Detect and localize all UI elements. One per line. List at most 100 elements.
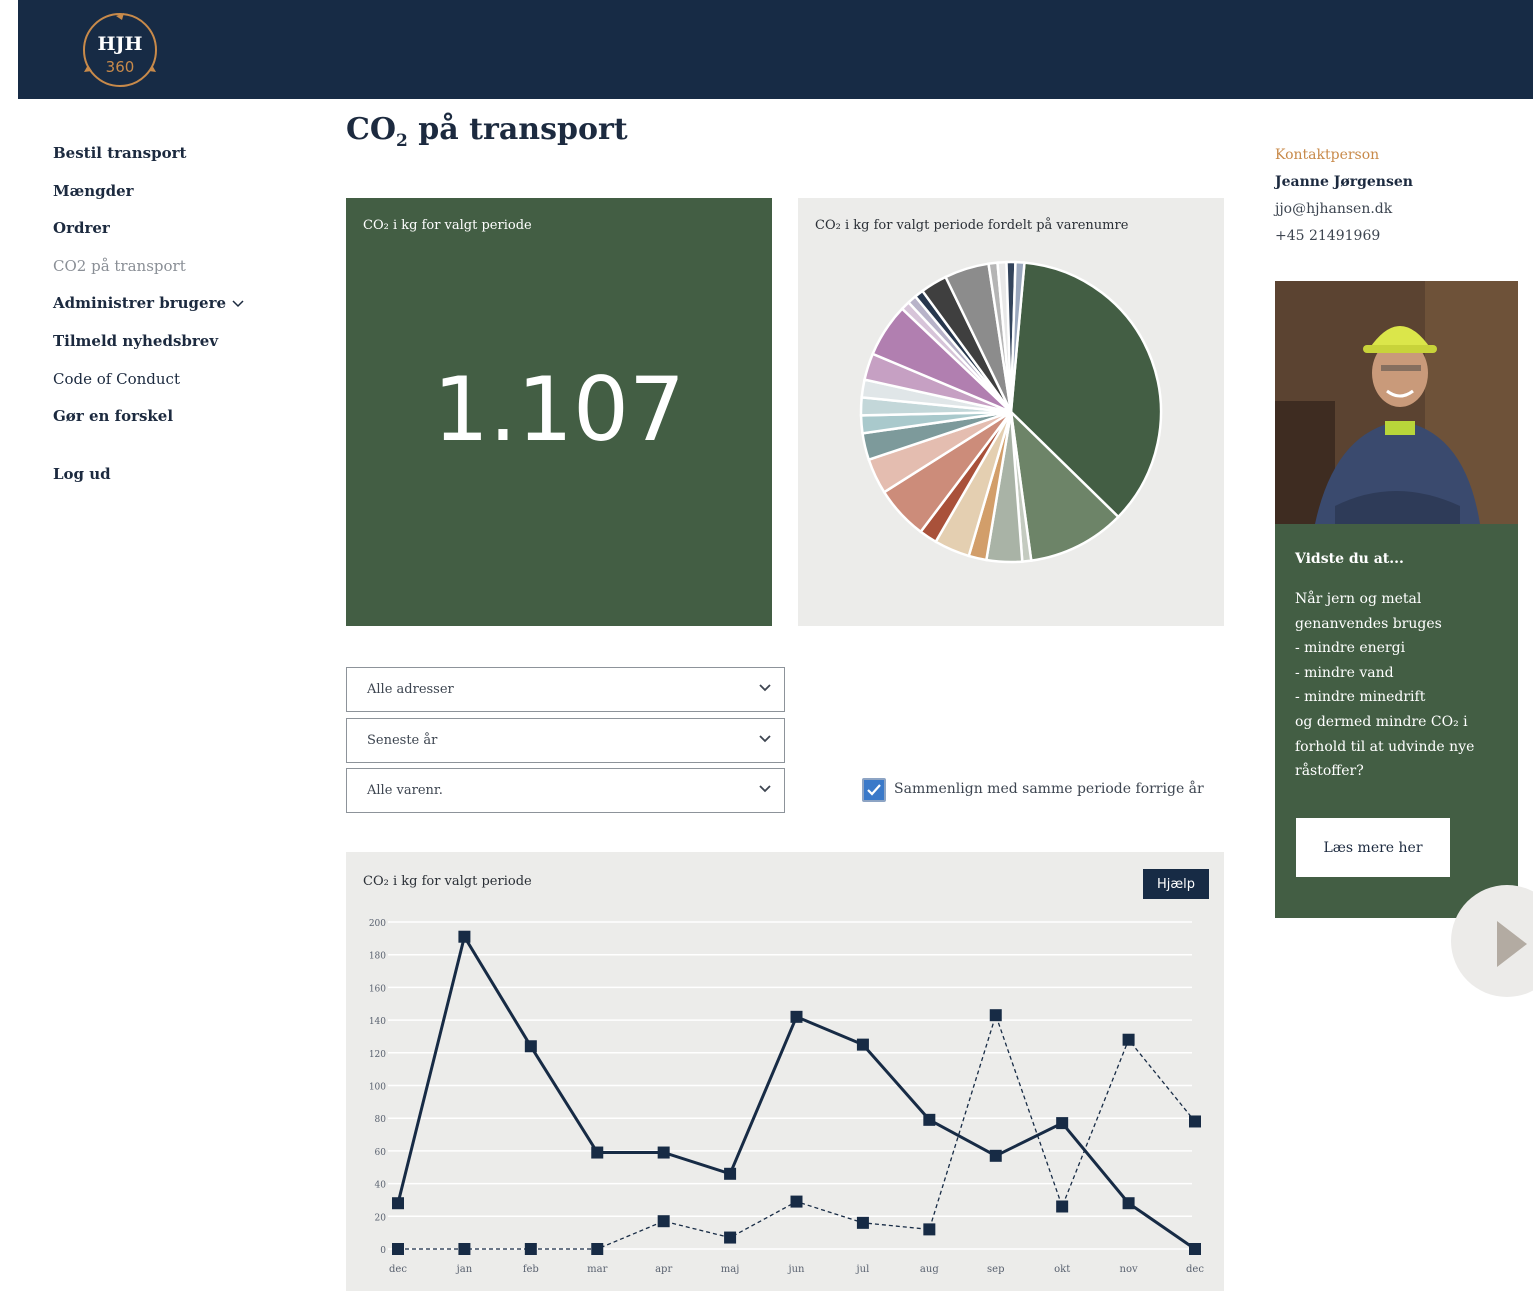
chevron-down-icon: [759, 735, 771, 743]
contact-email[interactable]: jjo@hjhansen.dk: [1275, 196, 1525, 223]
x-tick-label: mar: [587, 1264, 607, 1275]
data-point[interactable]: [1122, 1197, 1135, 1210]
sidebar-item-nyhedsbrev[interactable]: Tilmeld nyhedsbrev: [53, 328, 313, 366]
x-tick-label: apr: [655, 1264, 672, 1275]
data-point[interactable]: [989, 1149, 1002, 1162]
promo-line: - mindre minedrift: [1295, 689, 1426, 706]
y-tick-label: 40: [375, 1181, 387, 1191]
title-sub: 2: [396, 131, 408, 151]
data-point[interactable]: [923, 1223, 936, 1236]
sidebar-nav: Bestil transport Mængder Ordrer CO2 på t…: [53, 140, 313, 498]
chevron-down-icon: [759, 785, 771, 793]
data-point[interactable]: [790, 1010, 803, 1023]
compare-label: Sammenlign med samme periode forrige år: [894, 781, 1204, 797]
data-point[interactable]: [856, 1216, 869, 1229]
data-point[interactable]: [923, 1113, 936, 1126]
y-tick-label: 100: [369, 1083, 386, 1093]
item-select[interactable]: Alle varenr.: [346, 768, 785, 813]
sidebar-item-bestil-transport[interactable]: Bestil transport: [53, 140, 313, 178]
line-chart: 0 20 40 60 80 100 120 140 160 180 200 dec jan feb mar a…: [369, 919, 1205, 1275]
x-tick-label: aug: [920, 1264, 939, 1275]
data-point[interactable]: [392, 1243, 404, 1255]
chevron-right-icon: [1497, 921, 1527, 967]
x-tick-label: dec: [389, 1264, 407, 1275]
data-point[interactable]: [1189, 1115, 1201, 1128]
promo-line: forhold til at udvinde nye: [1295, 738, 1475, 755]
contact-label: Kontaktperson: [1275, 147, 1380, 163]
contact-box: Kontaktperson Jeanne Jørgensen jjo@hjhan…: [1275, 142, 1525, 250]
line-chart-card: CO₂ i kg for valgt periode Hjælp 0 20 40 60…: [346, 852, 1224, 1291]
sidebar-item-ordrer[interactable]: Ordrer: [53, 215, 313, 253]
checkmark-icon: [867, 784, 881, 796]
data-point[interactable]: [591, 1146, 604, 1159]
data-point[interactable]: [724, 1231, 737, 1244]
data-point[interactable]: [458, 1243, 471, 1255]
y-tick-label: 120: [369, 1050, 386, 1060]
compare-checkbox[interactable]: [862, 778, 886, 802]
data-point[interactable]: [1189, 1243, 1201, 1255]
y-tick-label: 160: [369, 984, 386, 994]
y-tick-label: 180: [369, 952, 386, 962]
title-rest: på transport: [407, 112, 628, 147]
promo-line: - mindre energi: [1295, 640, 1406, 657]
kpi-card: CO₂ i kg for valgt periode 1.107: [346, 198, 772, 626]
data-point[interactable]: [1122, 1033, 1135, 1046]
logout-link[interactable]: Log ud: [53, 461, 313, 499]
sidebar-item-label: Administrer brugere: [53, 294, 227, 313]
pie-chart: [859, 260, 1163, 564]
data-point[interactable]: [657, 1146, 670, 1159]
data-point[interactable]: [458, 930, 471, 943]
title-main: CO: [346, 112, 397, 147]
kpi-title: CO₂ i kg for valgt periode: [363, 218, 532, 233]
sidebar-item-administrer-brugere[interactable]: Administrer brugere: [53, 290, 313, 328]
series-line: [398, 1013, 1196, 1250]
address-select[interactable]: Alle adresser: [346, 667, 785, 712]
item-select-value: Alle varenr.: [367, 783, 443, 798]
promo-line: og dermed mindre CO₂ i: [1295, 713, 1468, 730]
pie-chart-card: CO₂ i kg for valgt periode fordelt på va…: [798, 198, 1224, 626]
data-point[interactable]: [1056, 1200, 1069, 1213]
x-tick-label: jan: [456, 1264, 473, 1275]
x-tick-label: jul: [856, 1264, 870, 1275]
data-point[interactable]: [591, 1243, 604, 1255]
data-point[interactable]: [524, 1243, 537, 1255]
promo-line: genanvendes bruges: [1295, 615, 1442, 632]
x-tick-label: nov: [1120, 1264, 1138, 1275]
sidebar-item-co2[interactable]: CO2 på transport: [53, 253, 313, 291]
page-title: CO2 på transport: [346, 112, 628, 151]
sidebar-item-gor-en-forskel[interactable]: Gør en forskel: [53, 403, 313, 441]
data-point[interactable]: [524, 1040, 537, 1053]
x-tick-label: jun: [788, 1264, 806, 1275]
contact-name: Jeanne Jørgensen: [1275, 174, 1413, 190]
data-point[interactable]: [724, 1167, 737, 1180]
sidebar-item-code-of-conduct[interactable]: Code of Conduct: [53, 366, 313, 404]
y-tick-label: 80: [375, 1115, 387, 1125]
promo-line: Når jern og metal: [1295, 591, 1422, 607]
y-tick-label: 200: [369, 919, 386, 929]
period-select[interactable]: Seneste år: [346, 718, 785, 763]
read-more-button[interactable]: Læs mere her: [1296, 818, 1450, 877]
period-select-value: Seneste år: [367, 733, 438, 748]
data-point[interactable]: [1056, 1117, 1069, 1130]
x-tick-label: sep: [987, 1264, 1004, 1275]
promo-line: råstoffer?: [1295, 763, 1364, 780]
sidebar-item-maengder[interactable]: Mængder: [53, 178, 313, 216]
x-tick-label: maj: [721, 1264, 740, 1275]
header-bar: HJH 360: [18, 0, 1533, 99]
data-point[interactable]: [989, 1009, 1002, 1022]
chevron-down-icon: [759, 684, 771, 692]
y-tick-label: 60: [375, 1148, 387, 1158]
chevron-down-icon: [232, 300, 244, 308]
contact-phone: +45 21491969: [1275, 228, 1381, 244]
data-point[interactable]: [790, 1195, 803, 1208]
y-tick-label: 0: [380, 1246, 386, 1256]
hjh360-logo[interactable]: HJH 360: [80, 10, 160, 90]
data-point[interactable]: [392, 1197, 404, 1210]
data-point[interactable]: [856, 1038, 869, 1051]
x-tick-label: okt: [1054, 1264, 1070, 1275]
x-tick-label: dec: [1186, 1264, 1204, 1275]
promo-text: Når jern og metal genanvendes bruges - m…: [1295, 587, 1510, 784]
data-point[interactable]: [657, 1215, 670, 1228]
kpi-value: 1.107: [433, 358, 685, 461]
y-tick-label: 140: [369, 1017, 386, 1027]
